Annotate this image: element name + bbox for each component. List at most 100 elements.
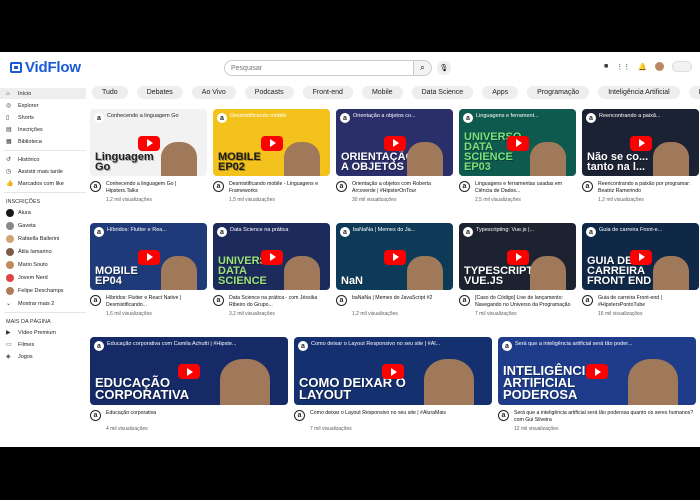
subscription-item[interactable]: Alura: [0, 207, 86, 219]
mic-button[interactable]: 🎙: [437, 61, 451, 75]
avatar[interactable]: [655, 62, 664, 71]
play-button-icon[interactable]: [629, 249, 652, 265]
theme-toggle[interactable]: [672, 61, 692, 72]
channel-avatar-icon[interactable]: a: [213, 295, 224, 306]
channel-avatar-icon[interactable]: a: [90, 181, 101, 192]
channel-avatar-icon[interactable]: a: [90, 295, 101, 306]
video-thumbnail[interactable]: TYPESCRIPT VUE.JS a Typescripting: Vue.js …: [459, 223, 576, 290]
video-thumbnail[interactable]: UNIVERSO DATA SCIENCE EP03 a Linguagens e …: [459, 109, 576, 176]
search-input[interactable]: [224, 60, 414, 76]
video-card[interactable]: GUIA DE CARREIRA FRONT END a Guia de carre…: [582, 223, 699, 317]
sidebar-item-vídeo-premium[interactable]: ▶ Vídeo Premium: [0, 327, 86, 338]
sidebar-item-início[interactable]: ⌂ Início: [0, 88, 86, 99]
channel-avatar-icon[interactable]: a: [336, 181, 347, 192]
video-title[interactable]: Conhecendo a linguagem Go | Hipsters.Tal…: [106, 181, 207, 194]
chip-mobile[interactable]: Mobile: [361, 86, 403, 99]
video-thumbnail[interactable]: ORIENTAÇÃO A OBJETOS a Orientação a objeto…: [336, 109, 453, 176]
video-card[interactable]: TYPESCRIPT VUE.JS a Typescripting: Vue.js …: [459, 223, 576, 317]
search-button[interactable]: ⌕: [414, 60, 432, 76]
video-thumbnail[interactable]: COMO DEIXAR O LAYOUT a Como deixar o Layou…: [294, 337, 492, 405]
video-card[interactable]: Não se co... tanto na l... a Reencontrando…: [582, 109, 699, 203]
chip-ao-vivo[interactable]: Ao Vivo: [191, 86, 236, 99]
sidebar-item-biblioteca[interactable]: ▦ Biblioteca: [0, 136, 86, 147]
channel-avatar-icon[interactable]: a: [213, 181, 224, 192]
video-thumbnail[interactable]: UNIVERSO DATA SCIENCE a Data Science na pr…: [213, 223, 330, 290]
play-button-icon[interactable]: [178, 364, 200, 379]
video-thumbnail[interactable]: MOBILE EP02 a Desmistificando mobile: [213, 109, 330, 176]
video-card[interactable]: UNIVERSO DATA SCIENCE a Data Science na pr…: [213, 223, 330, 317]
video-thumbnail[interactable]: INTELIGÊNCIA ARTIFICIAL PODEROSA a Será qu…: [498, 337, 696, 405]
video-title[interactable]: Guia de carreira Front-end | #HipstersPo…: [598, 295, 699, 308]
video-card[interactable]: ORIENTAÇÃO A OBJETOS a Orientação a objeto…: [336, 109, 453, 203]
play-button-icon[interactable]: [260, 249, 283, 265]
chip-data-science[interactable]: Data Science: [411, 86, 474, 99]
chip-front-end[interactable]: Front-end: [302, 86, 353, 99]
play-button-icon[interactable]: [383, 249, 406, 265]
video-card[interactable]: Linguagem Go a Conhecendo a linguagem Go a C…: [90, 109, 207, 203]
chip-apps[interactable]: Apps: [482, 86, 519, 99]
video-card[interactable]: INTELIGÊNCIA ARTIFICIAL PODEROSA a Será qu…: [498, 337, 696, 432]
chip-programação[interactable]: Programação: [527, 86, 590, 99]
play-button-icon[interactable]: [586, 364, 608, 379]
video-thumbnail[interactable]: Não se co... tanto na l... a Reencontrando…: [582, 109, 699, 176]
video-title[interactable]: Data Science na prática - com Jéssika Ri…: [229, 295, 330, 308]
play-button-icon[interactable]: [137, 135, 160, 151]
play-button-icon[interactable]: [383, 135, 406, 151]
sidebar-item-filmes[interactable]: ▭ Filmes: [0, 339, 86, 350]
video-card[interactable]: COMO DEIXAR O LAYOUT a Como deixar o Layou…: [294, 337, 492, 432]
channel-avatar-icon[interactable]: a: [90, 410, 101, 421]
channel-avatar-icon[interactable]: a: [459, 181, 470, 192]
video-thumbnail[interactable]: Linguagem Go a Conhecendo a linguagem Go: [90, 109, 207, 176]
subscription-item[interactable]: Jovem Nerd: [0, 272, 86, 284]
chip-podcasts[interactable]: Podcasts: [244, 86, 294, 99]
subscription-item[interactable]: Mario Souto: [0, 259, 86, 271]
channel-avatar-icon[interactable]: a: [459, 295, 470, 306]
subscription-item[interactable]: Felipe Deschamps: [0, 285, 86, 297]
play-button-icon[interactable]: [506, 249, 529, 265]
channel-avatar-icon[interactable]: a: [582, 181, 593, 192]
chip-tudo[interactable]: Tudo: [92, 86, 128, 99]
sidebar-item-inscrições[interactable]: ▤ Inscrições: [0, 124, 86, 135]
chip-inovação[interactable]: Inovação: [688, 86, 700, 99]
video-title[interactable]: Orientação a objetos com Roberta Arcover…: [352, 181, 453, 194]
show-more-button[interactable]: ⌄ Mostrar mais 2: [0, 298, 86, 309]
video-card[interactable]: EDUCAÇÃO CORPORATIVA a Educação corporativ…: [90, 337, 288, 432]
sidebar-item-marcados-com-like[interactable]: 👍 Marcados com like: [0, 178, 86, 189]
play-button-icon[interactable]: [137, 249, 160, 265]
apps-grid-icon[interactable]: ⋮⋮: [616, 63, 630, 71]
sidebar-item-histórico[interactable]: ↺ Histórico: [0, 154, 86, 165]
create-video-icon[interactable]: ■: [604, 63, 608, 70]
video-title[interactable]: Desmistificando mobile - Linguagens e Fr…: [229, 181, 330, 194]
video-thumbnail[interactable]: GUIA DE CARREIRA FRONT END a Guia de carre…: [582, 223, 699, 290]
play-button-icon[interactable]: [260, 135, 283, 151]
sidebar-item-shorts[interactable]: ▯ Shorts: [0, 112, 86, 123]
video-card[interactable]: MOBILE EP02 a Desmistificando mobile a Desmi…: [213, 109, 330, 203]
video-thumbnail[interactable]: EDUCAÇÃO CORPORATIVA a Educação corporativ…: [90, 337, 288, 405]
channel-avatar-icon[interactable]: a: [582, 295, 593, 306]
play-button-icon[interactable]: [629, 135, 652, 151]
video-title[interactable]: Educação corporativa: [106, 410, 156, 423]
subscription-item[interactable]: Átila Iamarino: [0, 246, 86, 258]
play-button-icon[interactable]: [506, 135, 529, 151]
video-title[interactable]: Reencontrando a paixão por programar: Be…: [598, 181, 699, 194]
sidebar-item-assistir-mais-tarde[interactable]: ◷ Assistir mais tarde: [0, 166, 86, 177]
video-card[interactable]: UNIVERSO DATA SCIENCE EP03 a Linguagens e …: [459, 109, 576, 203]
channel-avatar-icon[interactable]: a: [498, 410, 509, 421]
notifications-bell-icon[interactable]: 🔔: [638, 63, 647, 71]
video-title[interactable]: Será que a inteligência artificial será …: [514, 410, 696, 423]
video-card[interactable]: NaN a baNaNa | Memes do Ja... a baNaNa | Mem…: [336, 223, 453, 317]
video-card[interactable]: MOBILE EP04 a Híbridos: Flutter e Rea... a H…: [90, 223, 207, 317]
subscription-item[interactable]: Rafaella Ballerini: [0, 233, 86, 245]
logo[interactable]: VidFlow: [10, 59, 81, 76]
channel-avatar-icon[interactable]: a: [336, 295, 347, 306]
chip-debates[interactable]: Debates: [136, 86, 183, 99]
subscription-item[interactable]: Gaveta: [0, 220, 86, 232]
sidebar-item-explorer[interactable]: ◎ Explorer: [0, 100, 86, 111]
sidebar-item-jogos[interactable]: ◈ Jogos: [0, 351, 86, 362]
video-title[interactable]: baNaNa | Memes do JavaScript #2: [352, 295, 432, 308]
channel-avatar-icon[interactable]: a: [294, 410, 305, 421]
video-title[interactable]: Híbridos: Flutter e React Native | Desmi…: [106, 295, 207, 308]
video-thumbnail[interactable]: MOBILE EP04 a Híbridos: Flutter e Rea...: [90, 223, 207, 290]
chip-inteligência-artificial[interactable]: Inteligência Artificial: [598, 86, 680, 99]
video-title[interactable]: Como deixar o Layout Responsivo no seu s…: [310, 410, 446, 423]
